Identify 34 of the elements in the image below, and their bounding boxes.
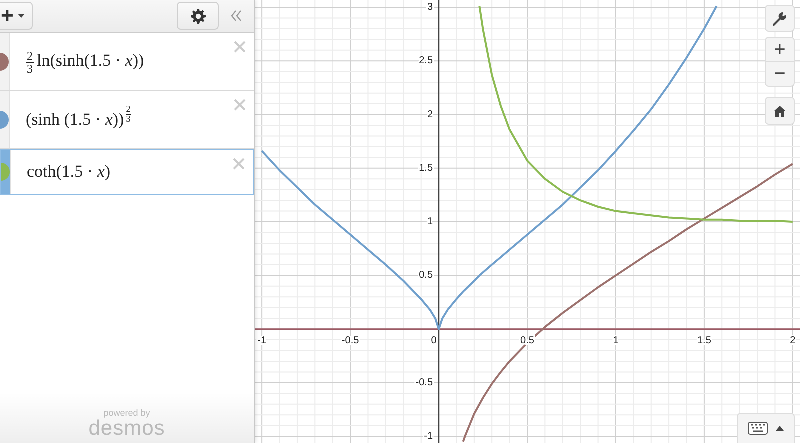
graph-settings-button[interactable] [765,5,795,32]
settings-icon [190,8,206,24]
caret-icon [18,14,25,18]
tick-label: 2 [427,109,434,120]
keyboard-icon [748,422,768,435]
tick-label: 3 [427,2,434,13]
close-icon[interactable] [233,158,245,170]
caret-up-icon [776,426,784,431]
home-icon [774,106,786,116]
tick-label: 1.5 [419,162,434,174]
collapse-icon[interactable] [231,10,242,22]
add-item-button[interactable]: + [0,2,33,30]
keyboard-button[interactable] [737,413,795,443]
wrench-icon [773,12,787,26]
tick-label: 2.5 [419,56,434,67]
math-expression[interactable]: coth(1.5 · x) [27,159,111,185]
zoom-in-button[interactable]: + [765,37,795,62]
tick-label: 1 [427,216,434,228]
tick-label: 1 [613,335,619,346]
home-button[interactable] [765,97,795,125]
close-icon[interactable] [234,41,246,53]
tick-label: 0 [431,335,437,346]
zoom-out-button[interactable]: − [765,62,795,87]
tick-label: -1 [258,335,267,346]
logo-text: desmos [88,418,166,439]
settings-button[interactable] [177,2,219,30]
close-icon[interactable] [234,99,246,111]
tick-label: 1.5 [698,335,712,346]
tick-label: 0.5 [419,270,434,282]
tick-label: -0.5 [342,335,360,346]
powered-by-text: powered by [104,409,150,418]
tick-label: -0.5 [416,377,434,388]
tick-label: -1 [424,431,434,442]
tick-label: 2 [790,335,796,346]
